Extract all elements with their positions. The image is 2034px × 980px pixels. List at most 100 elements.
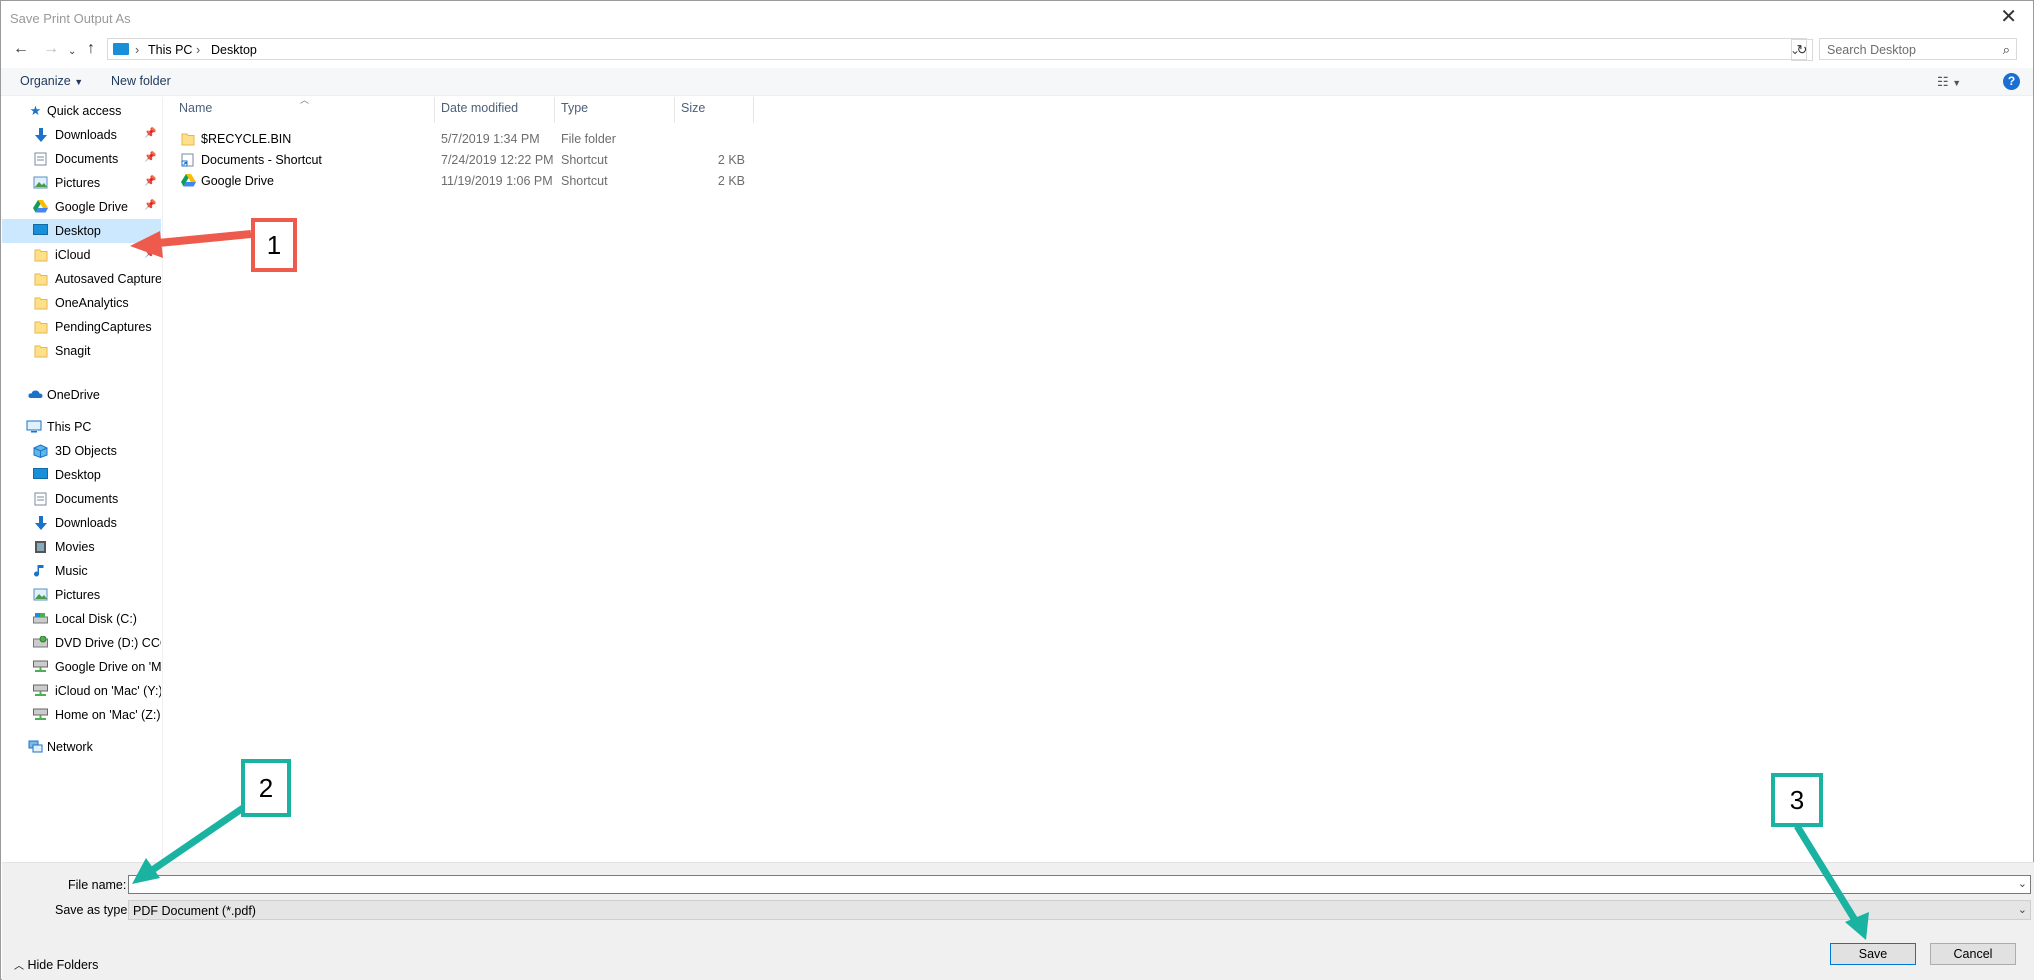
breadcrumb-separator-icon[interactable]: ›	[196, 43, 200, 57]
sidebar-item-oneanalytics[interactable]: OneAnalytics	[2, 291, 161, 315]
sidebar-item-label: PendingCaptures	[55, 320, 152, 334]
sidebar-item-label: Network	[47, 740, 93, 754]
file-name: $RECYCLE.BIN	[201, 132, 292, 146]
sidebar-item-3d-objects[interactable]: 3D Objects	[2, 439, 161, 463]
sidebar-item-this-pc[interactable]: This PC	[2, 415, 161, 439]
sidebar-item-label: Music	[55, 564, 88, 578]
sidebar-item-autosaved-captures[interactable]: Autosaved Captures	[2, 267, 161, 291]
search-placeholder: Search Desktop	[1827, 43, 1916, 57]
dvd-drive-icon	[33, 635, 48, 650]
search-icon[interactable]: ⌕	[2003, 42, 2010, 58]
google-drive-icon	[181, 174, 196, 187]
sidebar-item-pictures[interactable]: Pictures	[2, 583, 161, 607]
sidebar-item-google-drive[interactable]: Google Drive 📌	[2, 195, 161, 219]
pin-icon[interactable]: 📌	[144, 176, 156, 187]
breadcrumb-desktop[interactable]: Desktop	[211, 43, 257, 57]
column-divider[interactable]	[554, 97, 555, 123]
sidebar-item-label: Documents	[55, 152, 119, 166]
sidebar-item-label: 3D Objects	[55, 444, 117, 458]
new-folder-button[interactable]: New folder	[111, 74, 171, 88]
sidebar-item-label: iCloud on 'Mac' (Y:)	[55, 684, 161, 698]
sidebar-item-network[interactable]: Network	[2, 735, 161, 759]
sidebar-item-documents[interactable]: Documents 📌	[2, 147, 161, 171]
change-view-icon[interactable]: ☷ ▼	[1937, 74, 1961, 90]
sidebar-item-label: Pictures	[55, 588, 101, 602]
network-drive-icon	[33, 684, 48, 698]
close-icon[interactable]: ✕	[2000, 7, 2017, 27]
breadcrumb-separator-icon[interactable]: ›	[135, 43, 139, 57]
file-row[interactable]: Documents - Shortcut 7/24/2019 12:22 PM Sh…	[163, 150, 783, 171]
sidebar-item-icloud[interactable]: iCloud 📌	[2, 243, 161, 267]
folder-icon	[33, 344, 48, 358]
sidebar-item-music[interactable]: Music	[2, 559, 161, 583]
column-header-size[interactable]: Size	[681, 101, 705, 115]
file-date-modified: 11/19/2019 1:06 PM	[441, 174, 553, 188]
sidebar-item-dvd-drive-d-cccoma-x64fre-en-us-dv9[interactable]: DVD Drive (D:) CCCOMA_X64FRE_EN-US_DV9	[2, 631, 161, 655]
sidebar-item-pictures[interactable]: Pictures 📌	[2, 171, 161, 195]
pin-icon[interactable]: 📌	[144, 128, 156, 139]
column-header-type[interactable]: Type	[561, 101, 588, 115]
callout-3: 3	[1771, 773, 1823, 827]
save-dialog: Save Print Output As ✕ ← → ⌄ ↑ › This PC…	[0, 0, 2034, 980]
file-row[interactable]: $RECYCLE.BIN 5/7/2019 1:34 PM File folder	[163, 129, 783, 150]
save-options-panel: File name: ⌄ Save as type: PDF Document …	[2, 862, 2034, 980]
back-arrow-icon[interactable]: ←	[13, 40, 29, 58]
music-icon	[33, 564, 48, 578]
file-name-input[interactable]: ⌄	[128, 875, 2031, 894]
file-size: 2 KB	[717, 174, 745, 188]
column-divider[interactable]	[674, 97, 675, 123]
callout-2: 2	[241, 759, 291, 817]
sidebar-item-downloads[interactable]: Downloads 📌	[2, 123, 161, 147]
sidebar-item-google-drive-on-mac-x[interactable]: Google Drive on 'Mac' (X:)	[2, 655, 161, 679]
sidebar-item-documents[interactable]: Documents	[2, 487, 161, 511]
star-icon: ★	[29, 103, 42, 118]
file-name: Google Drive	[201, 174, 274, 188]
sidebar-item-snagit[interactable]: Snagit	[2, 339, 161, 363]
cancel-button[interactable]: Cancel	[1930, 943, 2016, 965]
sidebar-item-label: OneDrive	[47, 388, 100, 402]
pin-icon[interactable]: 📌	[144, 248, 156, 259]
search-input[interactable]: Search Desktop ⌕	[1819, 38, 2017, 60]
sort-up-chevron-icon: ︿	[300, 95, 310, 105]
folder-icon	[33, 272, 48, 286]
sidebar-item-movies[interactable]: Movies	[2, 535, 161, 559]
sidebar-item-downloads[interactable]: Downloads	[2, 511, 161, 535]
documents-icon	[33, 152, 48, 166]
sidebar-item-desktop[interactable]: Desktop	[2, 463, 161, 487]
file-row[interactable]: Google Drive 11/19/2019 1:06 PM Shortcut 2 …	[163, 171, 783, 192]
folder-icon	[33, 296, 48, 310]
address-bar[interactable]: › This PC › Desktop ⌄	[107, 38, 1807, 60]
sidebar-item-local-disk-c[interactable]: Local Disk (C:)	[2, 607, 161, 631]
sidebar-item-label: Google Drive on 'Mac' (X:)	[55, 660, 161, 674]
sidebar-item-quick-access[interactable]: ★ Quick access	[2, 99, 161, 123]
this-pc-icon	[26, 420, 42, 434]
desktop-icon	[33, 224, 48, 238]
save-button[interactable]: Save	[1830, 943, 1916, 965]
network-icon	[28, 740, 43, 754]
column-divider[interactable]	[753, 97, 754, 123]
column-header-date-modified[interactable]: Date modified	[441, 101, 518, 115]
movies-icon	[33, 540, 48, 554]
column-divider[interactable]	[434, 97, 435, 123]
refresh-icon[interactable]: ↻	[1791, 39, 1813, 61]
sidebar-item-label: Local Disk (C:)	[55, 612, 137, 626]
hide-folders-button[interactable]: ︿ Hide Folders	[14, 957, 98, 972]
up-arrow-icon[interactable]: ↑	[87, 40, 95, 58]
chevron-down-icon[interactable]: ⌄	[2018, 877, 2027, 890]
breadcrumb-this-pc[interactable]: This PC	[148, 43, 192, 57]
save-type-select[interactable]: PDF Document (*.pdf) ⌄	[128, 900, 2031, 920]
pin-icon[interactable]: 📌	[144, 200, 156, 211]
sidebar-item-icloud-on-mac-y[interactable]: iCloud on 'Mac' (Y:)	[2, 679, 161, 703]
help-icon[interactable]: ?	[2003, 73, 2020, 90]
network-drive-icon	[33, 660, 48, 674]
pin-icon[interactable]: 📌	[144, 152, 156, 163]
sidebar-item-onedrive[interactable]: OneDrive	[2, 383, 161, 407]
organize-button[interactable]: Organize ▼	[20, 74, 83, 88]
sidebar-item-pendingcaptures[interactable]: PendingCaptures	[2, 315, 161, 339]
download-arrow-icon	[33, 128, 48, 142]
forward-arrow-icon[interactable]: →	[43, 40, 59, 58]
column-header-name[interactable]: Name	[179, 101, 212, 115]
sidebar-item-desktop[interactable]: Desktop	[2, 219, 161, 243]
recent-locations-chevron-icon[interactable]: ⌄	[68, 43, 76, 61]
sidebar-item-home-on-mac-z[interactable]: Home on 'Mac' (Z:)	[2, 703, 161, 727]
